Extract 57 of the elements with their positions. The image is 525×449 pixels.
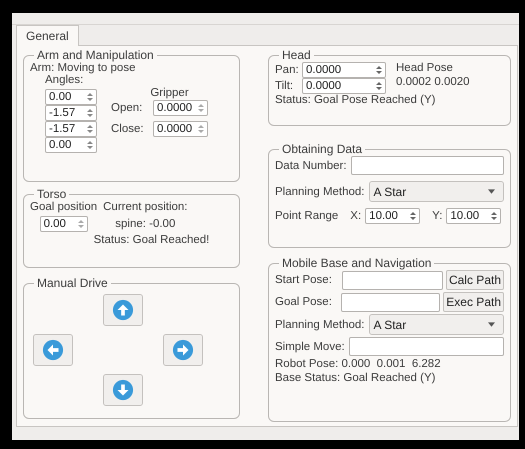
angle-spin-box[interactable]: -1.57 [45, 105, 97, 121]
group-title: Head [281, 48, 312, 62]
tilt-label: Tilt: [275, 80, 294, 92]
planning-method-dropdown[interactable]: A Star [368, 181, 504, 202]
open-label: Open: [111, 102, 144, 114]
x-label: X: [350, 210, 362, 222]
goal-position-label: Goal position [30, 201, 98, 213]
up-button[interactable] [102, 294, 142, 326]
start-pose-field[interactable] [342, 270, 443, 290]
spine-value: spine: -0.00 [115, 218, 176, 230]
base-status: Base Status: Goal Reached (Y) [275, 372, 436, 384]
angle-spin-box[interactable]: -1.57 [45, 121, 97, 137]
head-pose-label: Head Pose [396, 62, 454, 74]
group-title: Arm and Manipulation [36, 48, 155, 62]
exec-path-button[interactable]: Exec Path [443, 292, 504, 312]
data-number-field[interactable] [350, 156, 504, 175]
caret-icon [488, 189, 495, 194]
group-title: Torso [36, 187, 68, 201]
robot-pose: Robot Pose: 0.000 0.001 6.282 [275, 358, 442, 370]
head-pose-value: 0.0002 0.0020 [396, 76, 470, 88]
tilt-spin-box[interactable]: 0.0000 [302, 78, 386, 94]
y-label: Y: [432, 210, 442, 222]
group-title: Manual Drive [36, 276, 109, 290]
goal-pose-field[interactable] [340, 292, 440, 312]
open-spin-box[interactable]: 0.0000 [153, 100, 208, 116]
goal-pose-label: Goal Pose: [275, 296, 333, 308]
right-button[interactable] [162, 334, 202, 366]
planning-method-label: Planning Method: [275, 318, 365, 330]
tab[interactable]: General [16, 25, 79, 46]
gripper-label: Gripper [150, 87, 189, 99]
data-number-label: Data Number: [275, 160, 347, 172]
planning-method-label: Planning Method: [275, 186, 365, 198]
angle-spin-box[interactable]: 0.00 [45, 89, 97, 105]
x-spin-box[interactable]: 10.00 [365, 208, 420, 224]
start-pose-label: Start Pose: [275, 274, 333, 286]
goal-spin-box[interactable]: 0.00 [40, 216, 88, 232]
calc-path-button[interactable]: Calc Path [446, 270, 504, 290]
head-status: Status: Goal Pose Reached (Y) [275, 94, 436, 106]
angles-label: Angles: [45, 74, 84, 86]
pan-label: Pan: [275, 64, 299, 76]
y-spin-box[interactable]: 10.00 [446, 208, 502, 224]
planning-method-dropdown[interactable]: A Star [368, 314, 504, 335]
point-range-label: Point Range [275, 210, 338, 222]
close-label: Close: [111, 123, 145, 135]
pan-spin-box[interactable]: 0.0000 [302, 62, 386, 78]
left-button[interactable] [32, 334, 72, 366]
torso-status: Status: Goal Reached! [94, 234, 210, 246]
simple-move-field[interactable] [348, 337, 504, 356]
simple-move-label: Simple Move: [275, 340, 345, 352]
group-title: Mobile Base and Navigation [281, 256, 432, 270]
close-spin-box[interactable]: 0.0000 [153, 121, 208, 137]
arm-status: Arm: Moving to pose [30, 62, 136, 74]
angle-spin-box[interactable]: 0.00 [45, 137, 97, 153]
group-title: Obtaining Data [281, 142, 364, 156]
current-position-label: Current position: [103, 201, 188, 213]
down-button[interactable] [102, 374, 142, 406]
caret-icon [488, 322, 495, 327]
